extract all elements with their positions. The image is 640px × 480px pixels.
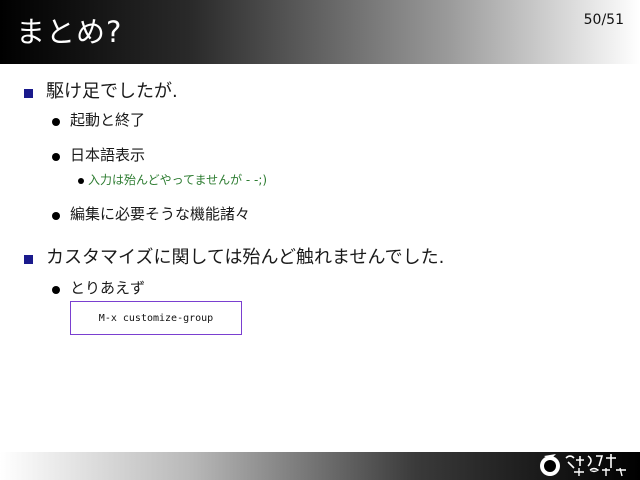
sub-bullet-text: 起動と終了 xyxy=(70,111,146,129)
sub-bullet-text: とりあえず xyxy=(70,279,146,297)
bullet-text: カスタマイズに関しては殆んど触れませんでした. xyxy=(46,247,445,268)
title-bar: まとめ? 50/51 xyxy=(0,0,640,64)
round-bullet-icon xyxy=(52,286,60,294)
sub-bullet-text: 日本語表示 xyxy=(70,146,146,164)
square-bullet-icon xyxy=(24,255,33,264)
small-bullet-icon xyxy=(78,178,84,184)
round-bullet-icon xyxy=(52,118,60,126)
sub-sub-bullet-text: 入力は殆んどやってませんが - -;) xyxy=(88,173,268,187)
logo-icon xyxy=(540,454,626,477)
page-number: 50/51 xyxy=(583,12,624,28)
square-bullet-icon xyxy=(24,89,33,98)
bullet-text: 駆け足でしたが. xyxy=(46,81,178,102)
round-bullet-icon xyxy=(52,153,60,161)
slide-title: まとめ? xyxy=(16,15,123,49)
code-block: M-x customize-group xyxy=(70,301,242,335)
round-bullet-icon xyxy=(52,212,60,220)
sub-bullet-text: 編集に必要そうな機能諸々 xyxy=(70,205,251,223)
